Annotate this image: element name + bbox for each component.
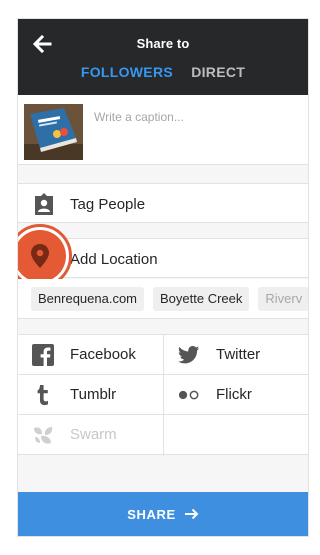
page-title: Share to (136, 36, 190, 51)
tag-people-label: Tag People (70, 196, 146, 213)
flickr-icon (178, 390, 199, 400)
swarm-label: Swarm (70, 426, 117, 443)
swarm-icon (34, 427, 53, 444)
share-targets: Facebook Twitter Tumblr Flickr Swarm (18, 334, 308, 456)
share-button-label: SHARE (127, 506, 176, 522)
header: Share to FOLLOWERS DIRECT (18, 19, 308, 95)
twitter-label: Twitter (216, 346, 261, 363)
tumblr-icon (37, 385, 48, 406)
location-chip[interactable]: Benrequena.com (31, 287, 145, 311)
empty-cell (164, 415, 308, 455)
caption-area (18, 95, 308, 165)
share-facebook[interactable]: Facebook (18, 335, 164, 375)
tag-person-icon (35, 193, 53, 215)
share-twitter[interactable]: Twitter (164, 335, 308, 375)
share-button[interactable]: SHARE (18, 492, 308, 536)
share-tumblr[interactable]: Tumblr (18, 375, 164, 415)
twitter-icon (178, 346, 200, 364)
add-location-label: Add Location (70, 251, 158, 268)
arrow-right-icon (184, 508, 199, 520)
flickr-label: Flickr (216, 386, 252, 403)
location-chip[interactable]: Riverv (258, 287, 308, 311)
facebook-label: Facebook (70, 346, 136, 363)
location-chip[interactable]: Boyette Creek (153, 287, 250, 311)
tag-people-row[interactable]: Tag People (18, 183, 308, 223)
facebook-icon (32, 344, 54, 366)
tab-direct[interactable]: DIRECT (191, 64, 245, 80)
location-suggestions: Benrequena.com Boyette Creek Riverv (18, 279, 308, 319)
tab-followers[interactable]: FOLLOWERS (81, 64, 173, 80)
caption-input[interactable] (94, 105, 300, 129)
share-screen: Share to FOLLOWERS DIRECT Ta (17, 18, 309, 537)
share-tabs: FOLLOWERS DIRECT (18, 64, 308, 80)
post-thumbnail (24, 104, 83, 160)
tumblr-label: Tumblr (70, 386, 117, 403)
share-flickr[interactable]: Flickr (164, 375, 308, 415)
share-swarm[interactable]: Swarm (18, 415, 164, 455)
location-pin-icon (31, 244, 49, 268)
